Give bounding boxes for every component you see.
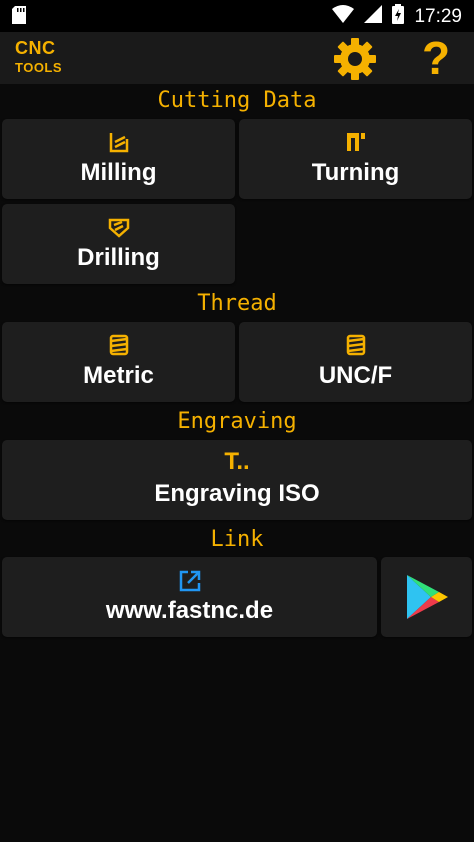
app-bar: CNC TOOLS ? [0, 32, 474, 84]
drilling-button[interactable]: Drilling [2, 204, 235, 284]
logo-line-1: CNC [15, 38, 56, 58]
engraving-icon: T.. [224, 448, 250, 475]
battery-icon [392, 4, 405, 29]
website-label: www.fastnc.de [105, 597, 274, 624]
turning-label: Turning [311, 159, 400, 186]
drilling-icon [108, 216, 130, 243]
milling-label: Milling [80, 159, 157, 186]
unc-unf-button[interactable]: UNC/F [239, 322, 472, 402]
section-cutting-data-heading: Cutting Data [157, 88, 317, 113]
metric-button[interactable]: Metric [2, 322, 235, 402]
sd-card-icon [12, 6, 26, 29]
website-link-button[interactable]: www.fastnc.de [2, 557, 377, 637]
metric-label: Metric [83, 362, 154, 389]
milling-icon [108, 131, 130, 158]
engraving-iso-label: Engraving ISO [154, 480, 320, 507]
status-bar: 17:29 [0, 0, 474, 32]
turning-button[interactable]: Turning [239, 119, 472, 199]
play-store-button[interactable] [381, 557, 472, 637]
section-link-heading: Link [210, 527, 264, 552]
thread-icon [345, 334, 367, 361]
settings-gear-icon[interactable] [333, 37, 377, 81]
milling-button[interactable]: Milling [2, 119, 235, 199]
unc-unf-label: UNC/F [318, 362, 393, 389]
external-link-icon [178, 569, 202, 598]
section-engraving-heading: Engraving [177, 409, 297, 434]
clock-text: 17:29 [414, 5, 462, 27]
turning-icon [345, 131, 367, 158]
signal-icon [364, 5, 383, 28]
engraving-iso-button[interactable]: T.. Engraving ISO [2, 440, 472, 520]
drilling-label: Drilling [77, 244, 160, 271]
logo-line-2: TOOLS [15, 60, 63, 75]
app-logo: CNC TOOLS [15, 39, 62, 74]
play-store-icon [405, 573, 449, 626]
help-button[interactable]: ? [414, 32, 458, 84]
wifi-icon [332, 5, 355, 28]
section-thread-heading: Thread [197, 291, 277, 316]
thread-icon [108, 334, 130, 361]
